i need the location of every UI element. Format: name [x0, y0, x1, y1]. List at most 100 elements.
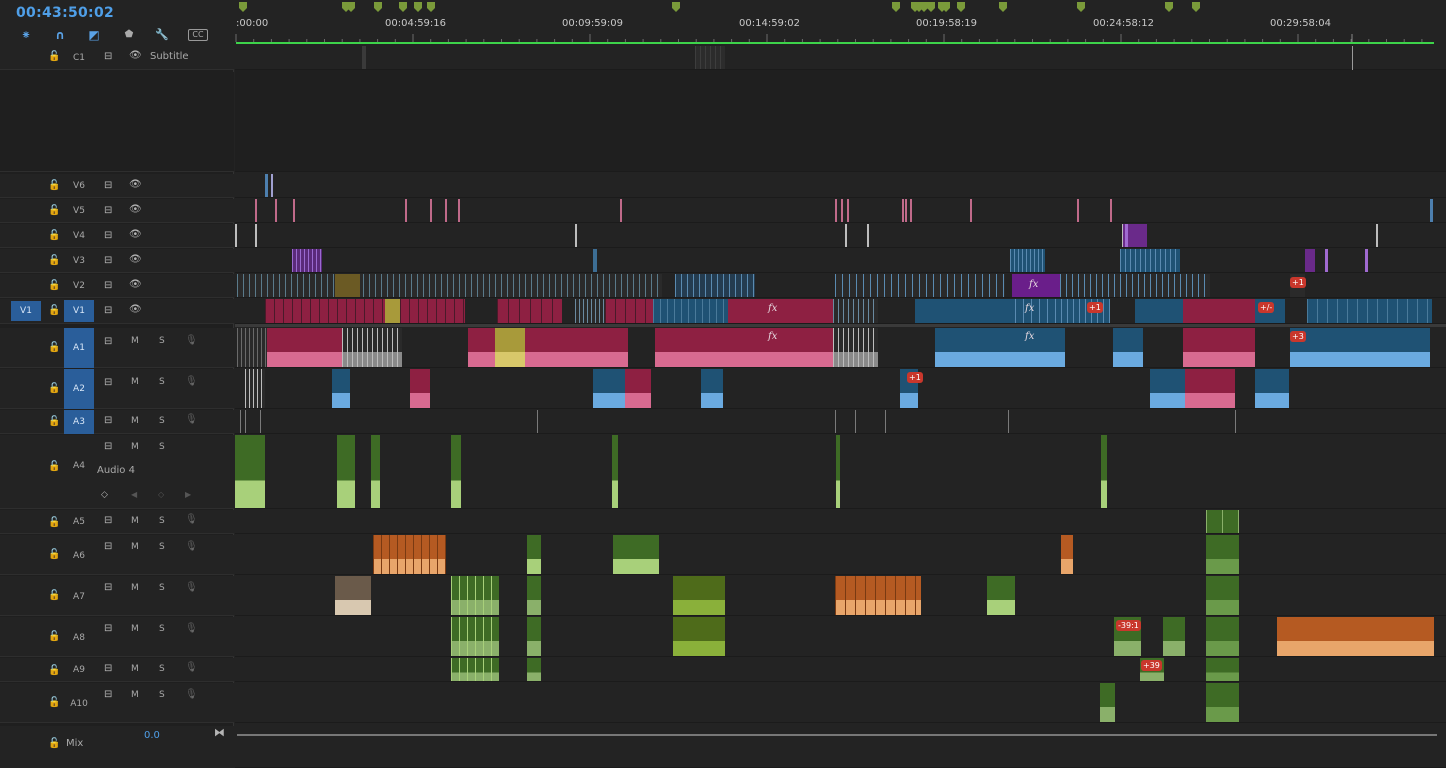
- timeline-clip[interactable]: [445, 299, 446, 323]
- lock-icon[interactable]: 🔓: [48, 590, 60, 601]
- timeline-clip[interactable]: [543, 274, 544, 297]
- sync-lock-icon[interactable]: ⊟: [104, 280, 112, 291]
- timeline-clip[interactable]: [1377, 299, 1378, 323]
- timeline-clip[interactable]: [603, 274, 604, 297]
- timeline-clip[interactable]: [1337, 299, 1338, 323]
- lock-icon[interactable]: 🔓: [48, 383, 60, 394]
- timeline-clip[interactable]: [1174, 274, 1175, 297]
- timeline-clip[interactable]: [699, 274, 700, 297]
- timeline-clip[interactable]: [1120, 249, 1121, 272]
- sequence-marker[interactable]: [999, 2, 1007, 12]
- eye-icon[interactable]: 👁: [129, 304, 142, 315]
- timeline-clip[interactable]: [1206, 658, 1239, 681]
- timeline-clip[interactable]: [245, 369, 246, 408]
- track-name[interactable]: A7: [64, 586, 94, 608]
- timeline-clip[interactable]: [1023, 299, 1024, 323]
- timeline-clip[interactable]: [833, 299, 834, 323]
- timeline-clip[interactable]: [1010, 249, 1045, 272]
- timeline-clip[interactable]: [848, 328, 849, 367]
- timeline-clip[interactable]: [1015, 299, 1016, 323]
- sync-lock-icon[interactable]: ⊟: [104, 415, 112, 426]
- timeline-clip[interactable]: [579, 274, 580, 297]
- mic-icon[interactable]: 🎙: [185, 414, 198, 425]
- timeline-clip[interactable]: [363, 274, 364, 297]
- sync-lock-icon[interactable]: ⊟: [104, 51, 112, 62]
- solo-button[interactable]: S: [159, 442, 165, 452]
- timeline-clip[interactable]: [1125, 224, 1128, 247]
- timeline-clip[interactable]: [257, 369, 258, 408]
- eye-icon[interactable]: 👁: [129, 279, 142, 290]
- timeline-clip[interactable]: [1204, 274, 1205, 297]
- timeline-clip[interactable]: [868, 299, 869, 323]
- timeline-clip[interactable]: [1113, 328, 1143, 367]
- timeline-clip[interactable]: [1102, 274, 1103, 297]
- timeline-clip[interactable]: [858, 299, 859, 323]
- timeline-clip[interactable]: [1185, 369, 1235, 408]
- timeline-clip[interactable]: [1170, 249, 1171, 272]
- timeline-clip[interactable]: [735, 274, 736, 297]
- timeline-clip[interactable]: [701, 369, 723, 408]
- timeline-clip[interactable]: [1042, 249, 1043, 272]
- timeline-clip[interactable]: [848, 299, 849, 323]
- timeline-clip[interactable]: [1387, 299, 1388, 323]
- lane-a4[interactable]: [235, 435, 1446, 509]
- timeline-clip[interactable]: [435, 274, 436, 297]
- timeline-clip[interactable]: [635, 299, 636, 323]
- mute-button[interactable]: M: [131, 542, 139, 552]
- timeline-clip[interactable]: [877, 274, 878, 297]
- timeline-clip[interactable]: [853, 299, 854, 323]
- timeline-clip[interactable]: [265, 174, 268, 197]
- timeline-clip[interactable]: [1055, 299, 1056, 323]
- track-name[interactable]: A5: [64, 511, 94, 533]
- timeline-clip[interactable]: [373, 299, 374, 323]
- timeline-clip[interactable]: [527, 535, 541, 574]
- eye-icon[interactable]: 👁: [129, 254, 142, 265]
- lock-icon[interactable]: 🔓: [48, 230, 60, 241]
- timeline-clip[interactable]: [346, 299, 347, 323]
- track-name[interactable]: A3: [64, 410, 94, 434]
- timeline-clip[interactable]: [1235, 410, 1236, 433]
- timeline-clip[interactable]: [467, 658, 468, 681]
- timeline-clip[interactable]: [603, 299, 604, 323]
- timeline-clip[interactable]: [491, 576, 492, 615]
- timeline-clip[interactable]: [1183, 328, 1255, 367]
- timeline-clip[interactable]: [926, 274, 927, 297]
- timeline-clip[interactable]: [399, 274, 400, 297]
- timeline-clip[interactable]: [261, 369, 262, 408]
- lane-v4[interactable]: [235, 224, 1446, 248]
- timeline-clip[interactable]: [253, 369, 254, 408]
- mic-icon[interactable]: 🎙: [185, 582, 198, 593]
- timeline-clip[interactable]: [357, 328, 358, 367]
- timeline-clip[interactable]: [1277, 617, 1434, 656]
- timeline-clip[interactable]: [405, 274, 406, 297]
- timeline-clip[interactable]: [705, 46, 706, 69]
- timeline-clip[interactable]: [700, 46, 701, 69]
- timeline-clip[interactable]: [437, 535, 438, 574]
- sequence-marker[interactable]: [374, 2, 382, 12]
- timeline-clip[interactable]: [863, 274, 864, 297]
- timeline-clip[interactable]: [1150, 274, 1151, 297]
- lock-icon[interactable]: 🔓: [48, 631, 60, 642]
- timeline-clip[interactable]: [970, 199, 972, 222]
- lane-mix[interactable]: [235, 726, 1446, 768]
- timeline-clip[interactable]: [1186, 274, 1187, 297]
- timeline-clip[interactable]: [549, 274, 550, 297]
- timeline-clip[interactable]: [463, 299, 464, 323]
- timeline-clip[interactable]: [337, 435, 355, 508]
- timeline-clip[interactable]: [293, 199, 295, 222]
- lane-a5[interactable]: [235, 510, 1446, 534]
- timeline-clip[interactable]: [1061, 535, 1073, 574]
- timeline-clip[interactable]: [467, 576, 468, 615]
- timeline-clip[interactable]: [1175, 249, 1176, 272]
- track-divider[interactable]: [235, 324, 1446, 327]
- sequence-marker[interactable]: [927, 2, 935, 12]
- timeline-clip[interactable]: [483, 658, 484, 681]
- timeline-clip[interactable]: [441, 274, 442, 297]
- timeline-clip[interactable]: [675, 274, 676, 297]
- timeline-clip[interactable]: [255, 224, 257, 247]
- timeline-clip[interactable]: [327, 274, 328, 297]
- timeline-clip[interactable]: [645, 274, 646, 297]
- timeline-clip[interactable]: [1047, 299, 1048, 323]
- timeline-clip[interactable]: [275, 199, 277, 222]
- timeline-clip[interactable]: [1317, 299, 1318, 323]
